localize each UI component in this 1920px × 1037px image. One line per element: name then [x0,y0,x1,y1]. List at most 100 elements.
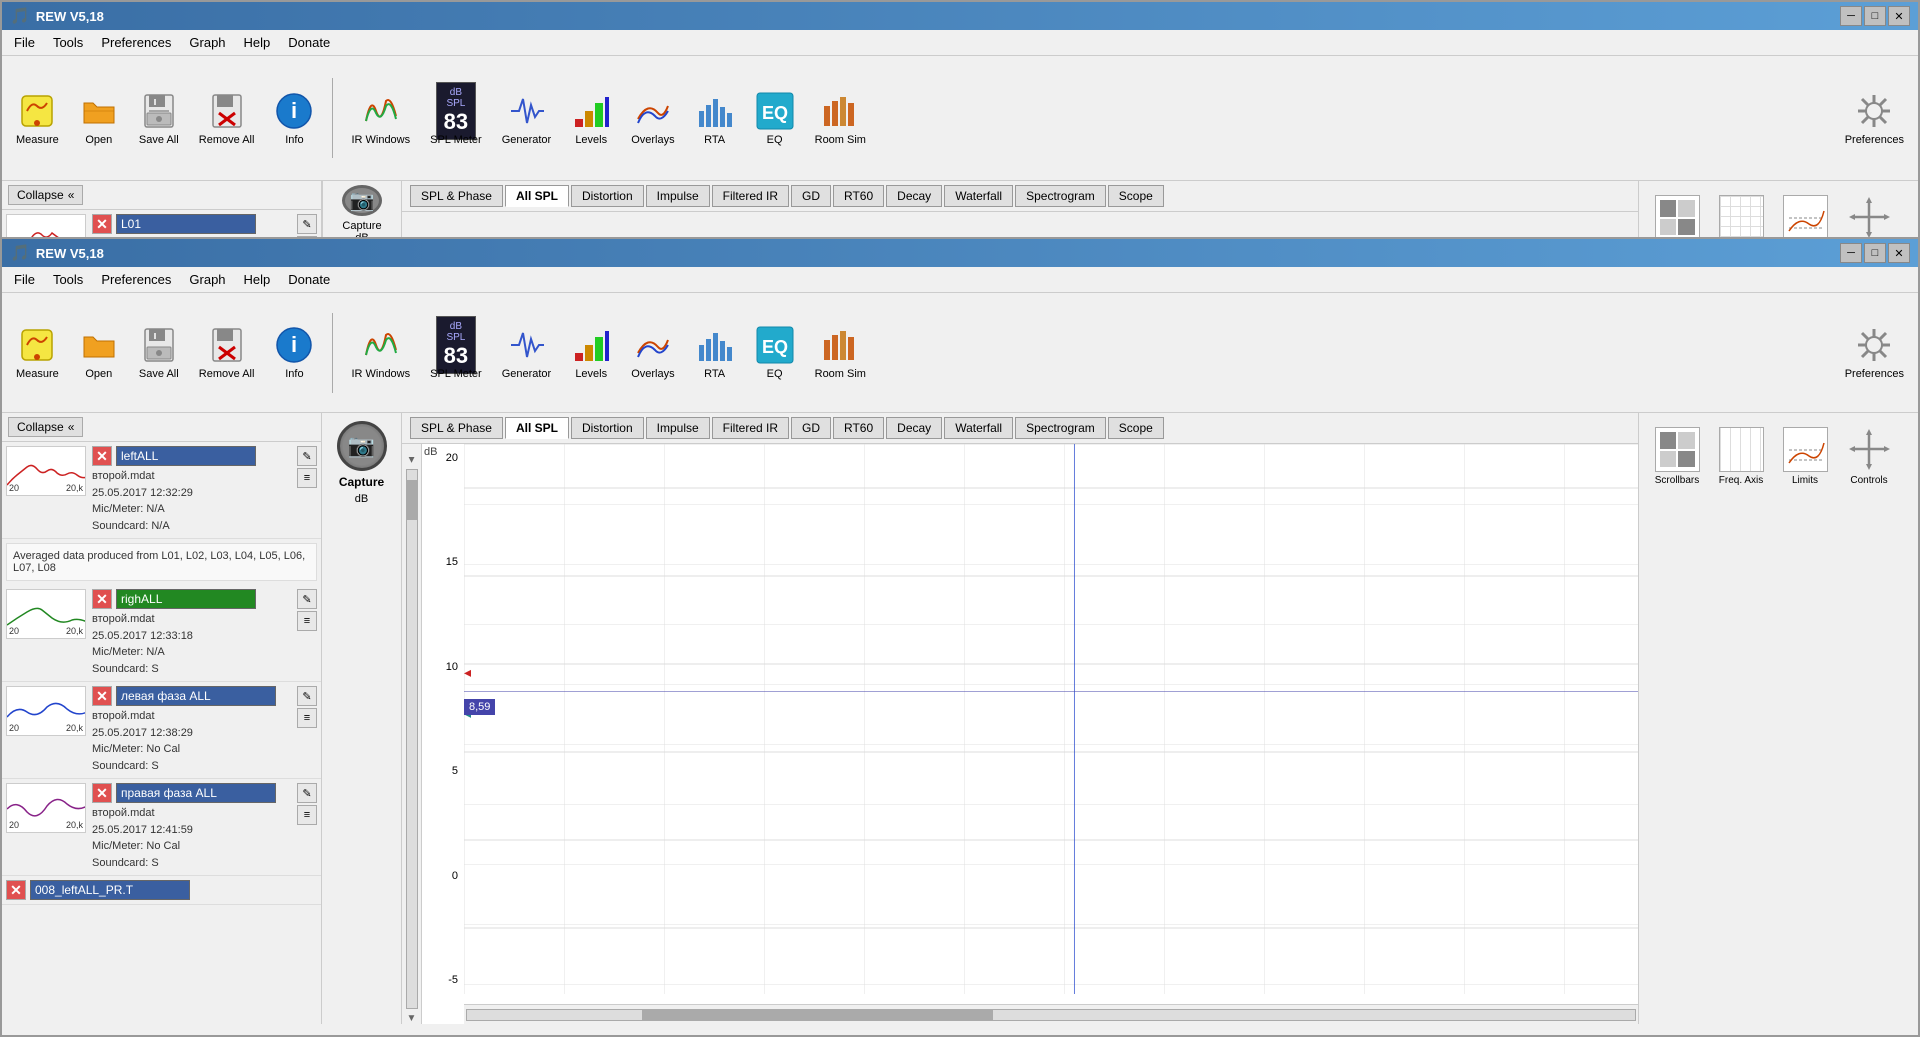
edit-levaya[interactable]: ✎ [297,686,317,706]
tab-impulse-1[interactable]: Impulse [646,185,710,207]
tab-filtered-ir-1[interactable]: Filtered IR [712,185,789,207]
tab-spectrogram-1[interactable]: Spectrogram [1015,185,1106,207]
rta-button-1[interactable]: RTA [689,87,741,150]
scrollbars-button-2[interactable]: Scrollbars [1647,421,1707,492]
open-button-1[interactable]: Open [73,87,125,150]
remove-all-button-2[interactable]: Remove All [193,321,261,384]
tab-gd-2[interactable]: GD [791,417,831,439]
spl-meter-button-2[interactable]: dB SPL 83 SPL Meter [424,321,488,384]
spl-meter-button-1[interactable]: dB SPL 83 SPL Meter [424,87,488,150]
menu-donate-1[interactable]: Donate [280,32,338,53]
room-sim-button-2[interactable]: Room Sim [809,321,872,384]
note-levaya[interactable]: ≡ [297,708,317,728]
minimize-button-2[interactable]: ─ [1840,243,1862,263]
tab-rt60-1[interactable]: RT60 [833,185,884,207]
minimize-button-1[interactable]: ─ [1840,6,1862,26]
measure-button-2[interactable]: Measure [10,321,65,384]
tab-filtered-ir-2[interactable]: Filtered IR [712,417,789,439]
menu-graph-2[interactable]: Graph [181,269,233,290]
preferences-button-1[interactable]: Preferences [1839,87,1910,150]
collapse-button-1[interactable]: Collapse « [8,185,83,205]
menu-tools-1[interactable]: Tools [45,32,91,53]
save-all-button-2[interactable]: Save All [133,321,185,384]
tab-waterfall-2[interactable]: Waterfall [944,417,1013,439]
controls-button-2[interactable]: Controls [1839,421,1899,492]
limits-button-2[interactable]: Limits [1775,421,1835,492]
tab-distortion-1[interactable]: Distortion [571,185,644,207]
remove-pravaya[interactable]: ✕ [92,783,112,803]
rta-button-2[interactable]: RTA [689,321,741,384]
generator-button-1[interactable]: Generator [496,87,558,150]
eq-button-2[interactable]: EQ EQ [749,321,801,384]
measurement-name-righall[interactable] [116,589,256,609]
open-button-2[interactable]: Open [73,321,125,384]
scrollbars-icon-1 [1655,195,1700,240]
menu-preferences-1[interactable]: Preferences [93,32,179,53]
menu-file-2[interactable]: File [6,269,43,290]
collapse-button-2[interactable]: Collapse « [8,417,83,437]
tab-distortion-2[interactable]: Distortion [571,417,644,439]
edit-l01[interactable]: ✎ [297,214,317,234]
close-button-2[interactable]: ✕ [1888,243,1910,263]
note-righall[interactable]: ≡ [297,611,317,631]
tab-spl-phase-1[interactable]: SPL & Phase [410,185,503,207]
remove-008[interactable]: ✕ [6,880,26,900]
levels-button-1[interactable]: Levels [565,87,617,150]
note-pravaya[interactable]: ≡ [297,805,317,825]
measurement-name-l01[interactable] [116,214,256,234]
edit-pravaya[interactable]: ✎ [297,783,317,803]
save-all-button-1[interactable]: Save All [133,87,185,150]
controls-icon-2 [1847,427,1892,472]
maximize-button-1[interactable]: □ [1864,6,1886,26]
preferences-button-2[interactable]: Preferences [1839,321,1910,384]
freq-axis-button-2[interactable]: Freq. Axis [1711,421,1771,492]
remove-all-button-1[interactable]: Remove All [193,87,261,150]
remove-levaya[interactable]: ✕ [92,686,112,706]
overlays-button-2[interactable]: Overlays [625,321,680,384]
tab-gd-1[interactable]: GD [791,185,831,207]
tab-scope-1[interactable]: Scope [1108,185,1164,207]
measurement-name-levaya[interactable] [116,686,276,706]
menu-tools-2[interactable]: Tools [45,269,91,290]
measure-button-1[interactable]: Measure [10,87,65,150]
tab-waterfall-1[interactable]: Waterfall [944,185,1013,207]
levels-button-2[interactable]: Levels [565,321,617,384]
tab-spectrogram-2[interactable]: Spectrogram [1015,417,1106,439]
remove-righall[interactable]: ✕ [92,589,112,609]
tab-all-spl-1[interactable]: All SPL [505,185,569,207]
ir-windows-button-2[interactable]: IR Windows [345,321,416,384]
x-scrollbar[interactable] [464,1004,1638,1024]
close-button-1[interactable]: ✕ [1888,6,1910,26]
generator-button-2[interactable]: Generator [496,321,558,384]
overlays-button-1[interactable]: Overlays [625,87,680,150]
measurement-name-pravaya[interactable] [116,783,276,803]
tab-spl-phase-2[interactable]: SPL & Phase [410,417,503,439]
edit-righall[interactable]: ✎ [297,589,317,609]
room-sim-button-1[interactable]: Room Sim [809,87,872,150]
tab-impulse-2[interactable]: Impulse [646,417,710,439]
menu-graph-1[interactable]: Graph [181,32,233,53]
menu-donate-2[interactable]: Donate [280,269,338,290]
info-button-2[interactable]: i Info [268,321,320,384]
tab-decay-2[interactable]: Decay [886,417,942,439]
menu-help-1[interactable]: Help [236,32,279,53]
tab-all-spl-2[interactable]: All SPL [505,417,569,439]
tab-scope-2[interactable]: Scope [1108,417,1164,439]
eq-button-1[interactable]: EQ EQ [749,87,801,150]
measurement-name-leftall[interactable] [116,446,256,466]
capture-camera-icon[interactable]: 📷 [337,421,387,471]
menu-file-1[interactable]: File [6,32,43,53]
edit-leftall[interactable]: ✎ [297,446,317,466]
maximize-button-2[interactable]: □ [1864,243,1886,263]
menu-preferences-2[interactable]: Preferences [93,269,179,290]
tab-rt60-2[interactable]: RT60 [833,417,884,439]
y-scrollbar[interactable]: ▲ ▼ [402,444,422,1024]
info-button-1[interactable]: i Info [268,87,320,150]
note-leftall[interactable]: ≡ [297,468,317,488]
ir-windows-button-1[interactable]: IR Windows [345,87,416,150]
remove-leftall[interactable]: ✕ [92,446,112,466]
menu-help-2[interactable]: Help [236,269,279,290]
measurement-name-008[interactable] [30,880,190,900]
tab-decay-1[interactable]: Decay [886,185,942,207]
remove-l01[interactable]: ✕ [92,214,112,234]
